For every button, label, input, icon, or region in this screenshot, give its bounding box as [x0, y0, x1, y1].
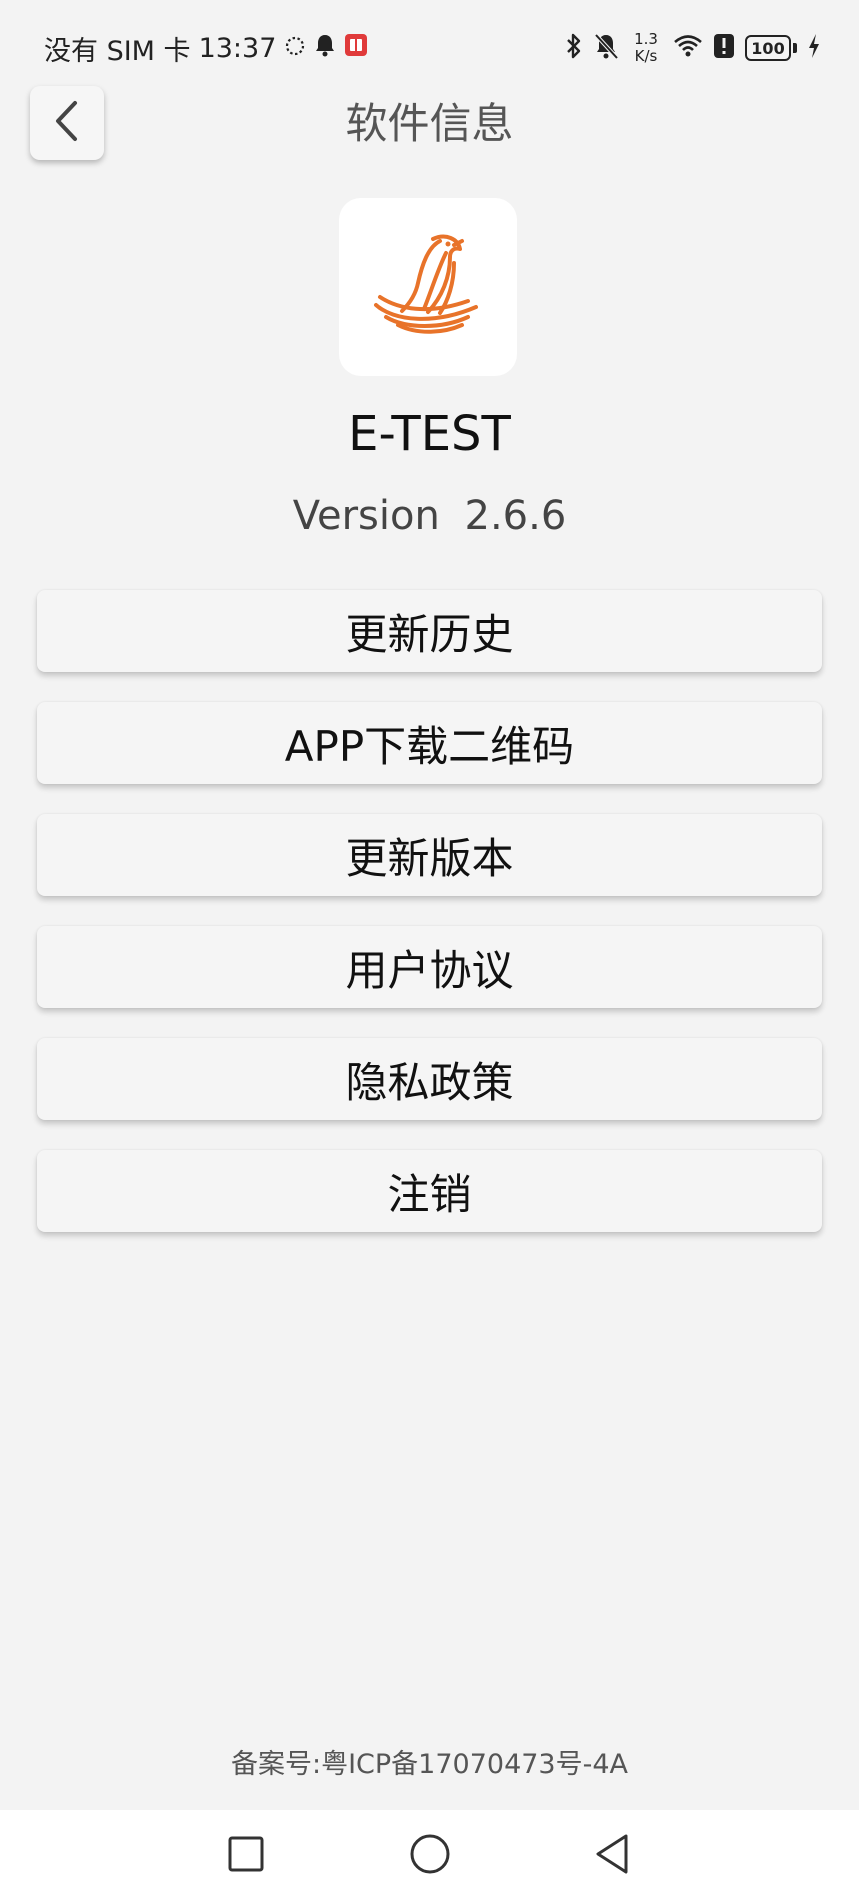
net-speed-unit: K/s: [634, 47, 658, 65]
app-logo: [339, 198, 517, 376]
home-icon: [408, 1832, 452, 1880]
bell-icon: [314, 33, 336, 64]
system-nav-bar: [0, 1810, 859, 1900]
bluetooth-icon: [565, 32, 583, 64]
icp-record-number: 备案号:粤ICP备17070473号-4A: [230, 1749, 628, 1780]
net-speed-value: 1.3: [634, 30, 658, 48]
status-left: 没有 SIM 卡 13:37: [44, 30, 368, 67]
bell-off-icon: [593, 32, 619, 64]
status-right: 1.3 K/s 100: [565, 26, 821, 70]
carrier-text: 没有 SIM 卡: [44, 35, 191, 67]
phoenix-boat-logo: [374, 234, 478, 334]
home-button[interactable]: [402, 1828, 458, 1884]
net-speed: 1.3 K/s: [629, 31, 663, 65]
app-version: Version 2.6.6: [0, 490, 859, 542]
back-icon: [592, 1832, 632, 1880]
recent-apps-icon: [226, 1834, 266, 1878]
update-history-button[interactable]: 更新历史: [37, 590, 822, 672]
alert-icon: [713, 33, 735, 63]
battery-level: 100: [745, 35, 791, 61]
app-name: E-TEST: [348, 406, 511, 462]
charging-icon: [807, 33, 821, 63]
app-notification-icon: [344, 33, 368, 64]
loading-circle-icon: [284, 33, 306, 64]
app-qr-code-button[interactable]: APP下载二维码: [37, 702, 822, 784]
recent-apps-button[interactable]: [218, 1828, 274, 1884]
privacy-policy-button[interactable]: 隐私政策: [37, 1038, 822, 1120]
user-agreement-button[interactable]: 用户协议: [37, 926, 822, 1008]
back-nav-button[interactable]: [584, 1828, 640, 1884]
deregister-button[interactable]: 注销: [37, 1150, 822, 1232]
version-label: Version: [292, 493, 440, 539]
clock: 13:37: [198, 32, 277, 64]
version-number: 2.6.6: [464, 493, 567, 539]
page-title: 软件信息: [345, 99, 514, 148]
battery-indicator: 100: [745, 35, 797, 61]
wifi-icon: [673, 33, 703, 63]
status-bar: 没有 SIM 卡 13:37 1.3 K/s 100: [0, 0, 859, 96]
update-version-button[interactable]: 更新版本: [37, 814, 822, 896]
